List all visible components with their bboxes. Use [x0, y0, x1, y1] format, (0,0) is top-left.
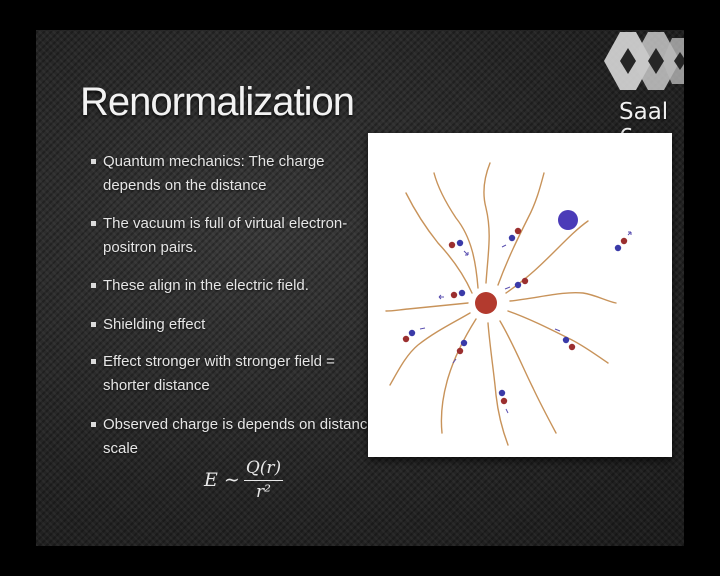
- motion-arrow: [419, 327, 426, 330]
- motion-arrow: [627, 231, 632, 236]
- field-line: [483, 162, 491, 284]
- field-line: [433, 172, 479, 289]
- bullet-item: Quantum mechanics: The charge depends on…: [91, 150, 379, 198]
- slide: Renormalization Saal 6 Quantum mechanics…: [36, 30, 684, 546]
- bullet-marker: [91, 159, 96, 164]
- field-line: [385, 302, 469, 312]
- bullet-marker: [91, 221, 96, 226]
- bullet-text: Quantum mechanics: The charge depends on…: [103, 153, 325, 194]
- formula-lhs: E ∼: [204, 469, 240, 491]
- bullet-text: Observed charge is depends on distance s…: [103, 416, 376, 457]
- bullet-item: These align in the electric field.: [91, 274, 379, 298]
- motion-arrow: [463, 250, 469, 256]
- virtual-pair: [514, 277, 529, 289]
- formula-numerator: Q(r): [243, 458, 284, 481]
- virtual-pairs: [402, 227, 628, 405]
- bullet-item: Effect stronger with stronger field = sh…: [91, 350, 379, 398]
- formula: E ∼ Q(r) r²: [204, 458, 284, 502]
- motion-arrow: [504, 286, 511, 290]
- field-line: [509, 291, 617, 304]
- motion-arrow: [505, 408, 509, 414]
- vacuum-polarization-diagram: [385, 162, 632, 446]
- field-line: [499, 320, 557, 434]
- motion-arrow: [438, 294, 444, 300]
- formula-denominator: r²: [256, 482, 271, 502]
- bullet-item: Shielding effect: [91, 313, 379, 337]
- bullet-marker: [91, 359, 96, 364]
- virtual-pair: [498, 389, 508, 405]
- vacuum-polarization-figure: [368, 133, 672, 457]
- slide-title: Renormalization: [80, 80, 355, 124]
- bullet-item: The vacuum is full of virtual electron-p…: [91, 212, 379, 260]
- virtual-pair: [450, 289, 466, 299]
- field-line: [507, 310, 609, 364]
- virtual-pair: [614, 237, 628, 252]
- bullet-text: Effect stronger with stronger field = sh…: [103, 353, 335, 394]
- motion-arrow: [501, 244, 507, 248]
- bullet-text: These align in the electric field.: [103, 277, 309, 294]
- central-charge: [475, 292, 497, 314]
- field-lines: [385, 162, 617, 446]
- bullet-item: Observed charge is depends on distance s…: [91, 413, 379, 461]
- bullet-text: The vacuum is full of virtual electron-p…: [103, 215, 348, 256]
- bullet-marker: [91, 422, 96, 427]
- virtual-pair: [402, 329, 416, 343]
- virtual-pair: [456, 339, 468, 355]
- bullet-marker: [91, 322, 96, 327]
- field-line: [440, 318, 477, 434]
- field-line: [487, 322, 509, 446]
- formula-fraction: Q(r) r²: [243, 458, 284, 502]
- virtual-pair: [448, 239, 464, 249]
- bullet-text: Shielding effect: [103, 316, 206, 333]
- ccc-logo-icon: [604, 32, 684, 90]
- motion-arrow: [554, 328, 561, 332]
- test-charge: [558, 210, 578, 230]
- bullet-marker: [91, 283, 96, 288]
